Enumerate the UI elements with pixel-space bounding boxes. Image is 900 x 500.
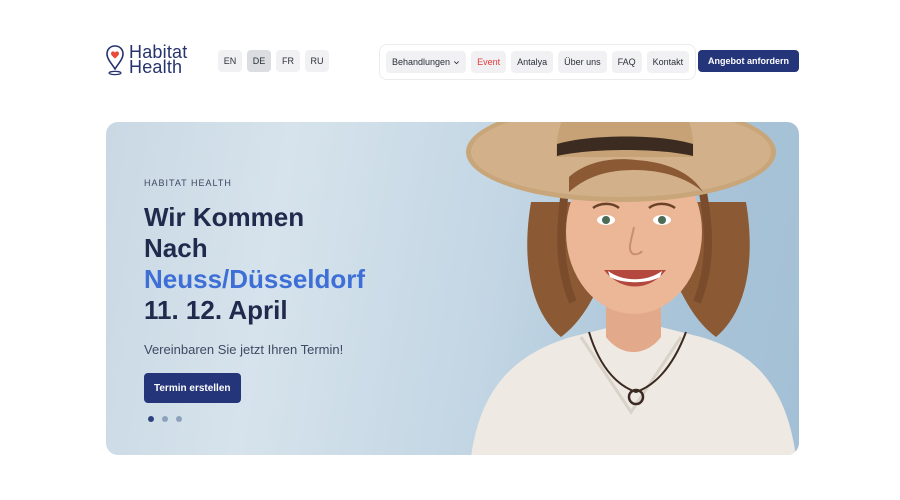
hero-headline-date: 11. 12. April [144, 295, 288, 325]
nav-item-behandlungen[interactable]: Behandlungen [386, 51, 467, 73]
brand-logo[interactable]: Habitat Health [105, 43, 187, 77]
carousel-dots [148, 416, 182, 422]
hero-headline-line1: Wir Kommen [144, 202, 305, 232]
chevron-down-icon [454, 60, 460, 64]
lang-fr-button[interactable]: FR [276, 50, 300, 72]
hero-subline: Vereinbaren Sie jetzt Ihren Termin! [144, 342, 344, 357]
hero-banner: HABITAT HEALTH Wir Kommen Nach Neuss/Düs… [106, 122, 799, 455]
nav-item-kontakt[interactable]: Kontakt [646, 51, 690, 73]
site-header: Habitat Health EN DE FR RU Behandlungen … [105, 42, 799, 82]
brand-line2: Health [129, 57, 183, 77]
lang-ru-button[interactable]: RU [305, 50, 329, 72]
nav-item-label: Behandlungen [392, 57, 451, 67]
hero-portrait-image [466, 122, 796, 455]
carousel-dot-1[interactable] [148, 416, 154, 422]
hero-headline-line2: Nach [144, 233, 208, 263]
carousel-dot-3[interactable] [176, 416, 182, 422]
nav-item-event[interactable]: Event [471, 51, 507, 73]
language-switcher: EN DE FR RU [218, 50, 329, 72]
main-nav: Behandlungen Event Antalya Über uns FAQ … [379, 44, 697, 80]
brand-wordmark: Habitat Health [129, 43, 187, 77]
hero-eyebrow: HABITAT HEALTH [144, 178, 232, 188]
carousel-dot-2[interactable] [162, 416, 168, 422]
nav-item-faq[interactable]: FAQ [611, 51, 642, 73]
lang-en-button[interactable]: EN [218, 50, 242, 72]
hero-headline-location: Neuss/Düsseldorf [144, 264, 366, 294]
nav-item-antalya[interactable]: Antalya [511, 51, 554, 73]
hero-headline: Wir Kommen Nach Neuss/Düsseldorf 11. 12.… [144, 202, 444, 326]
nav-item-ueber-uns[interactable]: Über uns [558, 51, 607, 73]
hero-content: HABITAT HEALTH Wir Kommen Nach Neuss/Düs… [144, 178, 444, 403]
book-appointment-button[interactable]: Termin erstellen [144, 373, 241, 403]
request-offer-button[interactable]: Angebot anfordern [698, 50, 799, 72]
lang-de-button[interactable]: DE [247, 50, 271, 72]
location-heart-icon [106, 45, 124, 76]
